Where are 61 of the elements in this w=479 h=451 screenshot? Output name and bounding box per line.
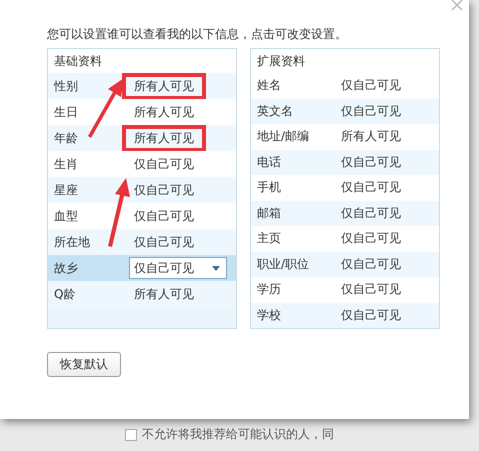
- checkbox[interactable]: [125, 428, 137, 440]
- settings-row[interactable]: 故乡 仅自己可见: [48, 255, 236, 281]
- visibility-value[interactable]: 仅自己可见: [341, 281, 401, 298]
- settings-row[interactable]: 星座 仅自己可见: [48, 177, 236, 203]
- settings-row[interactable]: 电话 仅自己可见: [251, 150, 439, 175]
- annotation-arrow: [88, 78, 124, 138]
- visibility-value[interactable]: 所有人可见: [341, 128, 401, 146]
- field-label: 所在地: [54, 234, 91, 250]
- settings-row[interactable]: 职业/职位 仅自己可见: [251, 252, 439, 277]
- visibility-value[interactable]: 仅自己可见: [134, 156, 194, 172]
- field-label: 姓名: [257, 77, 282, 94]
- visibility-value[interactable]: 仅自己可见: [341, 179, 401, 196]
- field-label: 地址/邮编: [257, 128, 310, 146]
- field-label: 邮箱: [257, 204, 282, 222]
- field-label: 性别: [54, 78, 79, 94]
- field-label: 生日: [54, 104, 79, 120]
- visibility-value[interactable]: 仅自己可见: [341, 154, 401, 171]
- field-label: 故乡: [54, 260, 79, 276]
- visibility-value[interactable]: 仅自己可见: [341, 306, 401, 324]
- visibility-value[interactable]: 仅自己可见: [341, 230, 401, 248]
- settings-row[interactable]: Q龄 所有人可见: [48, 281, 236, 307]
- visibility-value[interactable]: 仅自己可见: [341, 256, 401, 273]
- field-label: 职业/职位: [257, 256, 310, 273]
- settings-row[interactable]: 生日 所有人可见: [48, 99, 236, 125]
- visibility-value[interactable]: 所有人可见: [134, 130, 194, 144]
- settings-row[interactable]: 所在地 仅自己可见: [48, 229, 236, 255]
- field-label: 英文名: [257, 102, 294, 120]
- visibility-value[interactable]: 仅自己可见: [341, 102, 401, 120]
- settings-row[interactable]: 学校 仅自己可见: [251, 302, 439, 328]
- settings-row[interactable]: 年龄 所有人可见: [48, 125, 236, 151]
- field-label: 学校: [257, 306, 282, 324]
- visibility-value[interactable]: 所有人可见: [134, 104, 194, 120]
- visibility-value[interactable]: 仅自己可见: [134, 182, 194, 198]
- field-label: 电话: [257, 154, 282, 171]
- caret-icon: [212, 266, 220, 270]
- settings-row[interactable]: 生肖 仅自己可见: [48, 151, 236, 177]
- settings-row[interactable]: 性别 所有人可见: [48, 73, 236, 99]
- field-label: 血型: [54, 208, 79, 224]
- field-label: 学历: [257, 281, 282, 298]
- visibility-value[interactable]: 所有人可见: [134, 286, 194, 302]
- field-label: 手机: [257, 179, 282, 196]
- field-label: Q龄: [54, 286, 76, 302]
- visibility-value[interactable]: 仅自己可见: [341, 204, 401, 222]
- annotation-arrow: [108, 178, 130, 247]
- visibility-value[interactable]: 仅自己可见: [134, 234, 194, 250]
- visibility-value[interactable]: 仅自己可见: [341, 77, 401, 94]
- close-icon[interactable]: [451, 0, 463, 10]
- visibility-dropdown[interactable]: 仅自己可见: [129, 257, 227, 279]
- visibility-value[interactable]: 仅自己可见: [134, 208, 194, 224]
- settings-row[interactable]: 血型 仅自己可见: [48, 203, 236, 229]
- field-label: 主页: [257, 230, 282, 248]
- panel-title: 基础资料: [48, 49, 236, 73]
- intro-text: 您可以设置谁可以查看我的以下信息，点击可改变设置。: [47, 26, 348, 43]
- settings-row[interactable]: 英文名 仅自己可见: [251, 98, 439, 124]
- field-label: 星座: [54, 182, 79, 198]
- field-label: 年龄: [54, 130, 79, 146]
- field-label: 生肖: [54, 156, 79, 172]
- visibility-value[interactable]: 所有人可见: [134, 78, 194, 92]
- checkbox-label: 不允许将我推荐给可能认识的人，同: [142, 426, 334, 443]
- settings-row[interactable]: 邮箱 仅自己可见: [251, 200, 439, 226]
- reset-button[interactable]: 恢复默认: [47, 352, 121, 377]
